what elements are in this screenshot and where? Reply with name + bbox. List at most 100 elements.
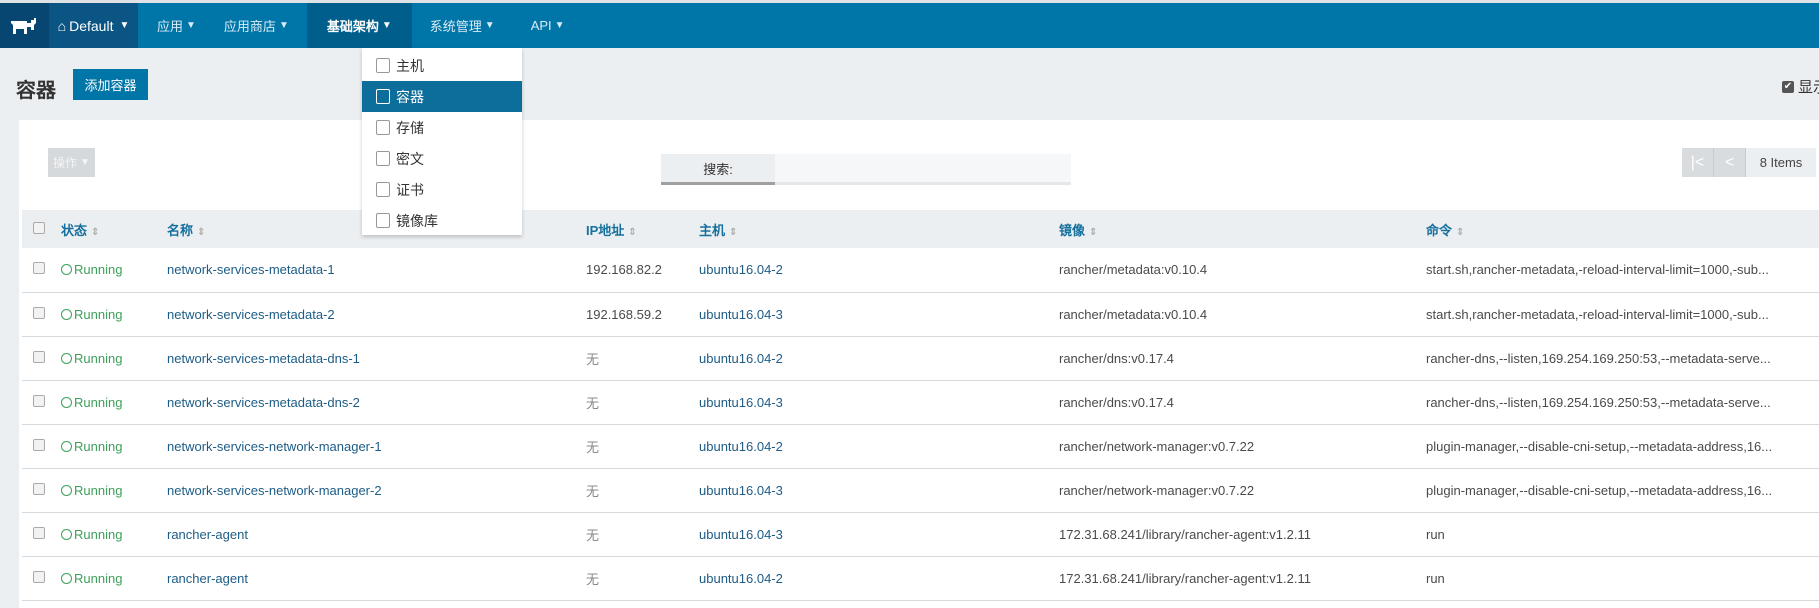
host-link[interactable]: ubuntu16.04-2	[699, 351, 783, 366]
header-label: 主机	[699, 222, 726, 238]
container-name-link[interactable]: rancher-agent	[167, 527, 248, 542]
sort-icon: ⇕	[1456, 226, 1465, 238]
host-link[interactable]: ubuntu16.04-3	[699, 527, 783, 542]
col-command[interactable]: 命令 ⇕	[1426, 210, 1819, 248]
chevron-down-icon: ▼	[186, 20, 196, 31]
state-cell: Running	[61, 336, 167, 381]
row-checkbox[interactable]	[33, 570, 45, 583]
row-checkbox[interactable]	[33, 306, 45, 319]
row-checkbox[interactable]	[33, 526, 45, 539]
nav-label: 系统管理	[429, 19, 482, 34]
containers-panel: 操作 ▼ 搜索: |< < 8 Items 状态 ⇕ 名称 ⇕ IP地址 ⇕ 主机 ⇕ 镜…	[19, 120, 1819, 608]
col-ip[interactable]: IP地址 ⇕	[586, 210, 699, 248]
ip-cell: 无	[586, 468, 699, 513]
containers-table: 状态 ⇕ 名称 ⇕ IP地址 ⇕ 主机 ⇕ 镜像 ⇕ 命令 ⇕ Running network…	[22, 210, 1819, 601]
show-system-toggle[interactable]: ✔ 显示	[1782, 76, 1819, 97]
header-label: IP地址	[586, 222, 625, 238]
sort-icon: ⇕	[729, 226, 738, 238]
sort-icon: ⇕	[628, 226, 637, 238]
menu-item-certificates[interactable]: 证书	[362, 174, 522, 205]
state-text: Running	[74, 394, 123, 410]
container-name-link[interactable]: network-services-metadata-2	[167, 307, 335, 322]
ip-cell: 无	[586, 512, 699, 557]
container-name-link[interactable]: rancher-agent	[167, 571, 248, 586]
prev-page-icon[interactable]: <	[1714, 148, 1746, 177]
image-cell: rancher/network-manager:v0.7.22	[1059, 424, 1426, 469]
menu-label: 容器	[396, 88, 424, 105]
environment-switcher[interactable]: ⌂ Default ▼	[49, 3, 138, 48]
table-row: Running network-services-network-manager-…	[22, 468, 1819, 513]
state-text: Running	[74, 570, 123, 586]
table-row: Running network-services-metadata-dns-2 无 u…	[22, 380, 1819, 425]
menu-item-storage[interactable]: 存储	[362, 112, 522, 143]
menu-item-hosts[interactable]: 主机	[362, 50, 522, 81]
host-link[interactable]: ubuntu16.04-3	[699, 395, 783, 410]
state-text: Running	[74, 262, 123, 278]
nav-infrastructure[interactable]: 基础架构 ▼	[306, 3, 412, 48]
chevron-down-icon: ▼	[381, 20, 392, 31]
nav-catalog[interactable]: 应用商店 ▼	[210, 3, 303, 48]
sort-icon: ⇕	[1089, 226, 1098, 238]
image-cell: rancher/network-manager:v0.7.22	[1059, 468, 1426, 513]
ip-cell: 192.168.82.2	[586, 248, 699, 293]
host-link[interactable]: ubuntu16.04-2	[699, 439, 783, 454]
container-name-link[interactable]: network-services-network-manager-1	[167, 439, 382, 454]
top-nav: ⌂ Default ▼ 应用 ▼ 应用商店 ▼ 基础架构 ▼ 系统管理 ▼ API ▼	[0, 3, 1819, 48]
row-checkbox[interactable]	[33, 438, 45, 451]
state-cell: Running	[61, 424, 167, 469]
menu-item-registries[interactable]: 镜像库	[362, 205, 522, 236]
header-label: 名称	[167, 222, 194, 238]
menu-label: 镜像库	[396, 212, 438, 229]
container-name-link[interactable]: network-services-metadata-dns-2	[167, 395, 360, 410]
search-input[interactable]	[775, 154, 1071, 185]
actions-button[interactable]: 操作 ▼	[48, 148, 95, 177]
infrastructure-menu: 主机 容器 存储 密文 证书 镜像库	[362, 48, 522, 235]
container-name-link[interactable]: network-services-metadata-dns-1	[167, 351, 360, 366]
select-all-checkbox[interactable]	[33, 221, 45, 234]
chevron-down-icon: ▼	[119, 20, 130, 31]
running-icon	[61, 352, 72, 364]
command-cell: start.sh,rancher-metadata,-reload-interv…	[1426, 248, 1819, 293]
host-link[interactable]: ubuntu16.04-3	[699, 307, 783, 322]
container-name-link[interactable]: network-services-metadata-1	[167, 262, 335, 277]
ip-cell: 无	[586, 336, 699, 381]
registry-icon	[376, 213, 390, 228]
show-label: 显示	[1798, 79, 1819, 96]
nav-api[interactable]: API ▼	[513, 3, 583, 48]
chevron-down-icon: ▼	[278, 20, 289, 31]
nav-label: 应用	[157, 19, 184, 34]
chevron-down-icon: ▼	[80, 157, 90, 168]
col-host[interactable]: 主机 ⇕	[699, 210, 1059, 248]
row-checkbox[interactable]	[33, 262, 45, 275]
first-page-icon[interactable]: |<	[1682, 148, 1714, 177]
add-container-button[interactable]: 添加容器	[73, 69, 148, 100]
host-link[interactable]: ubuntu16.04-2	[699, 262, 783, 277]
running-icon	[61, 264, 72, 276]
row-checkbox[interactable]	[33, 394, 45, 407]
col-image[interactable]: 镜像 ⇕	[1059, 210, 1426, 248]
pagination: |< < 8 Items	[1682, 148, 1816, 177]
row-checkbox[interactable]	[33, 350, 45, 363]
container-name-link[interactable]: network-services-network-manager-2	[167, 483, 382, 498]
running-icon	[61, 528, 72, 540]
secret-icon	[376, 151, 390, 166]
server-icon	[376, 58, 390, 73]
row-checkbox[interactable]	[33, 482, 45, 495]
host-link[interactable]: ubuntu16.04-3	[699, 483, 783, 498]
page-title: 容器	[16, 80, 56, 102]
header-label: 镜像	[1059, 222, 1086, 238]
nav-admin[interactable]: 系统管理 ▼	[412, 3, 513, 48]
cube-icon	[376, 89, 390, 104]
checkbox-checked[interactable]: ✔	[1782, 80, 1794, 93]
state-cell: Running	[61, 248, 167, 293]
rancher-logo[interactable]	[0, 3, 49, 48]
host-link[interactable]: ubuntu16.04-2	[699, 571, 783, 586]
menu-item-containers[interactable]: 容器	[362, 81, 522, 112]
nav-apps[interactable]: 应用 ▼	[143, 3, 210, 48]
menu-item-secrets[interactable]: 密文	[362, 143, 522, 174]
sort-icon: ⇕	[91, 226, 100, 238]
command-cell: run	[1426, 512, 1819, 557]
col-state[interactable]: 状态 ⇕	[61, 210, 167, 248]
nav-label: 基础架构	[326, 19, 379, 34]
menu-label: 主机	[396, 57, 424, 74]
